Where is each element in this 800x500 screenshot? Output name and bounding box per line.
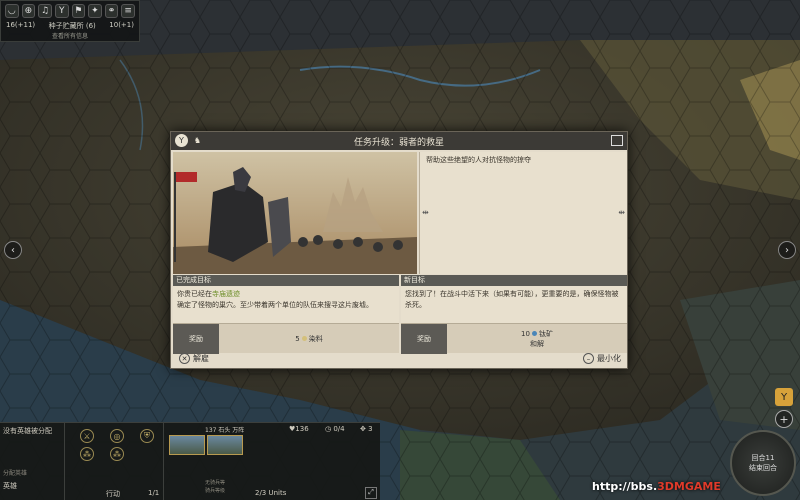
quest-description: 帮助这些绝望的人对抗怪物的掠夺 ⇹ ⇹ [419,152,627,274]
quest-type-icon: Y [175,134,188,147]
scroll-left-arrow[interactable]: ‹ [4,241,22,259]
ruins-link[interactable]: 寺庙遗迹 [212,290,240,298]
dismiss-button[interactable]: ✕ 解雇 [179,353,209,364]
end-turn-label: 结束回合 [749,464,777,472]
unit-card[interactable] [169,435,205,455]
new-goal-header: 新目标 [401,275,627,286]
unit-card[interactable] [207,435,243,455]
power-value: ✥ 3 [360,425,373,433]
new-objective-panel: 新目标 您找到了！在战斗中活下来（如果有可能），更重要的是，确保怪物被杀死。 奖… [401,275,627,354]
minimize-button[interactable]: – 最小化 [583,353,621,364]
completed-text: 你贵已经在寺庙遗迹 确定了怪物的巢穴。至少带着两个单位的队伍来搜寻这片废墟。 [177,290,373,309]
expand-icon[interactable]: ⤢ [365,487,377,499]
shield-icon[interactable]: ⛨ [140,429,154,443]
quest-alert-button[interactable]: Y [775,388,793,406]
horse-icon: ♞ [193,136,202,145]
group-icon[interactable]: ⁂ [80,447,94,461]
completed-objective-panel: 已完成目标 你贵已经在寺庙遗迹 确定了怪物的巢穴。至少带着两个单位的队伍来搜寻这… [173,275,399,354]
army-title: 137 石头 万阵 [205,427,245,434]
reward-value: 5 染料 [295,334,323,343]
quest-illustration [173,152,417,274]
reward-label: 奖励 [173,323,219,354]
turn-number: 回合11 [751,454,775,462]
faction-icon[interactable]: ◡ [5,4,19,18]
food-stat: 16(+11) [6,21,36,29]
titanium-icon [531,330,537,336]
completed-header: 已完成目标 [173,275,399,286]
moves-value: ◷ 0/4 [325,425,345,433]
description-text: 帮助这些绝望的人对抗怪物的掠夺 [426,156,531,164]
unit-name: 无骑兵等 [205,480,226,486]
hero-slot[interactable]: 没有英雄被分配 分配英雄 英雄 [0,423,65,500]
dialog-header: Y ♞ 任务升级：弱者的救星 [171,132,627,150]
no-hero-text: 没有英雄被分配 [3,427,52,435]
close-icon: ✕ [179,353,190,364]
dialog-title: 任务升级：弱者的救星 [353,137,444,148]
units-count: 2/3 Units [255,489,287,497]
action-label: 行动 [106,490,120,498]
seed-vault-label: 种子贮藏所 (6) [48,22,96,30]
hp-value: ♥136 [289,425,309,433]
hero-tab[interactable]: 英雄 [3,481,61,491]
bell-icon[interactable]: ♫ [38,4,52,18]
quest-dialog: Y ♞ 任务升级：弱者的救星 帮助这些绝望的人对抗怪物的掠夺 ⇹ ⇹ 已完成目标… [170,131,628,369]
attack-icon[interactable]: ⚔ [80,429,94,443]
industry-stat: 10(+1) [109,21,134,29]
window-icon[interactable] [611,135,623,146]
menu-icon[interactable]: ≡ [121,4,135,18]
split-icon[interactable]: ⁂ [110,447,124,461]
new-goal-reward: 奖励 10 钛矿 和解 [401,323,627,354]
new-goal-text: 您找到了！在战斗中活下来（如果有可能），更重要的是，确保怪物被杀死。 [405,290,619,309]
reward-value: 10 钛矿 和解 [521,329,553,348]
resource-bar: ◡ ⊕ ♫ Y ⚑ ✦ ⚭ ≡ 16(+11) 种子贮藏所 (6) 10(+1)… [0,0,140,42]
unit-panel: 137 石头 万阵 ♥136 ◷ 0/4 ✥ 3 无骑兵等 骑兵等级 2/3 U… [165,423,380,500]
reward-label: 奖励 [401,323,447,354]
zoom-in-button[interactable]: + [775,410,793,428]
zoom-out-icon: – [583,353,594,364]
action-count: 1/1 [148,489,160,497]
watermark: http://bbs.3DMGAME [592,480,721,493]
end-turn-button[interactable]: 回合11 结束回合 [730,430,796,496]
army-panel: 没有英雄被分配 分配英雄 英雄 ⚔ ◎ ⛨ ⁂ ⁂ 行动 1/1 137 石头 … [0,422,380,500]
expand-left-icon[interactable]: ⇹ [422,208,429,217]
expand-right-icon[interactable]: ⇹ [618,208,625,217]
dialog-footer: ✕ 解雇 – 最小化 [173,351,627,366]
unit-name: 骑兵等级 [205,488,226,494]
completed-reward: 奖励 5 染料 [173,323,399,354]
diplomacy-icon[interactable]: ⚭ [104,4,119,18]
compass-icon[interactable]: ◎ [110,429,124,443]
quest-icon[interactable]: Y [54,4,69,18]
dye-icon [301,335,307,341]
scroll-right-arrow[interactable]: › [778,241,796,259]
idea-icon[interactable]: ✦ [88,4,102,18]
research-icon[interactable]: ⊕ [21,4,36,18]
army-actions: ⚔ ◎ ⛨ ⁂ ⁂ 行动 1/1 [66,423,164,500]
details-link[interactable]: 查看所有信息 [1,31,139,40]
assign-hero-label[interactable]: 分配英雄 [3,468,61,477]
flag-icon[interactable]: ⚑ [71,4,86,18]
